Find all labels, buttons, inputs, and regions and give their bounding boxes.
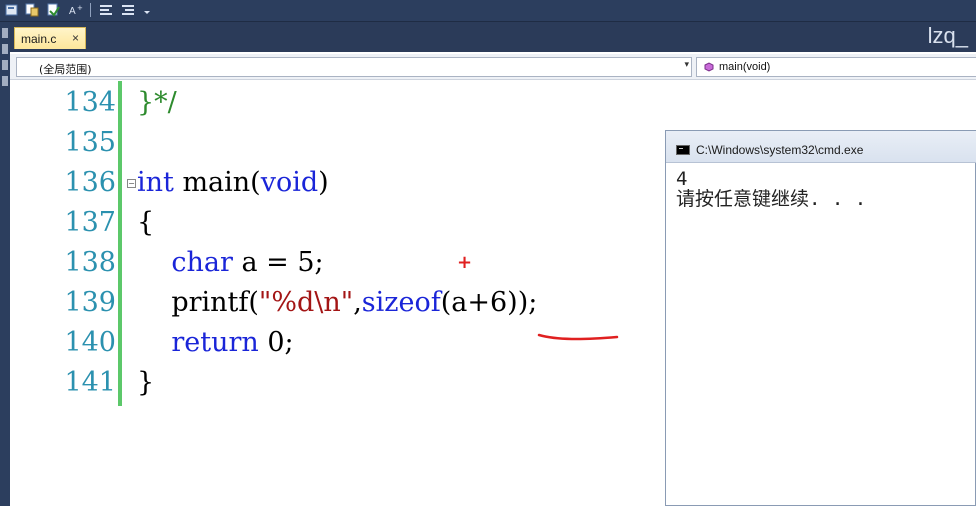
line-number: 134 <box>64 87 116 118</box>
function-dropdown[interactable]: main(void) <box>696 57 976 77</box>
console-window[interactable]: C:\Windows\system32\cmd.exe 4 请按任意键继续. .… <box>665 130 976 506</box>
toolbar-overflow-icon[interactable] <box>142 2 152 18</box>
line-number: 135 <box>64 127 116 158</box>
toolbar-icon-3[interactable] <box>46 2 62 18</box>
toolbar-icon-2[interactable] <box>24 2 40 18</box>
font-size-icon[interactable]: A + <box>68 2 84 18</box>
line-number: 136 <box>64 167 116 198</box>
red-underline-annotation <box>537 333 619 341</box>
fold-collapse-icon[interactable]: − <box>127 179 136 188</box>
function-icon <box>704 62 714 72</box>
scope-dropdown[interactable]: (全局范围) ▾ <box>16 57 692 77</box>
side-tab-4[interactable] <box>2 76 8 86</box>
chevron-down-icon[interactable]: ▾ <box>684 60 689 70</box>
code-text: } <box>137 367 155 398</box>
console-output: 4 请按任意键继续. . . <box>676 169 866 209</box>
comment-icon[interactable] <box>98 2 114 18</box>
line-number: 139 <box>64 287 116 318</box>
code-text: { <box>137 207 155 238</box>
code-text: return 0; <box>171 327 294 358</box>
toolbar-icon-1[interactable] <box>4 2 20 18</box>
scope-value: (全局范围) <box>39 63 92 76</box>
function-value: main(void) <box>719 61 771 73</box>
line-number: 138 <box>64 247 116 278</box>
toolbar: A + <box>0 0 976 22</box>
code-text: }*/ <box>137 87 177 118</box>
line-number: 137 <box>64 207 116 238</box>
code-text: printf("%d\n",sizeof(a+6)); <box>137 287 538 318</box>
svg-text:A: A <box>69 6 76 17</box>
uncomment-icon[interactable] <box>120 2 136 18</box>
close-icon[interactable]: × <box>72 31 79 45</box>
tab-main-c[interactable]: main.c × <box>14 27 86 49</box>
svg-text:+: + <box>77 4 83 12</box>
left-tool-strip <box>0 22 10 506</box>
cursor-crosshair-icon: + <box>457 252 473 273</box>
code-line: 134 }*/ <box>10 83 970 123</box>
navigation-bar: (全局范围) ▾ main(void) <box>10 54 976 80</box>
cmd-icon <box>676 145 690 155</box>
code-text: char a = 5; <box>171 247 324 278</box>
line-number: 140 <box>64 327 116 358</box>
side-tab-3[interactable] <box>2 60 8 70</box>
console-title-bar[interactable]: C:\Windows\system32\cmd.exe <box>666 131 976 163</box>
window-label: lzq_ <box>927 23 968 48</box>
line-number: 141 <box>64 367 116 398</box>
document-tab-bar: main.c × lzq_ <box>10 22 976 52</box>
console-line: 4 <box>676 168 688 190</box>
console-title: C:\Windows\system32\cmd.exe <box>696 143 864 157</box>
side-tab-1[interactable] <box>2 28 8 38</box>
code-text: int main(void) <box>137 167 329 198</box>
console-line: 请按任意键继续. . . <box>676 188 867 210</box>
side-tab-2[interactable] <box>2 44 8 54</box>
tab-label: main.c <box>21 32 57 46</box>
